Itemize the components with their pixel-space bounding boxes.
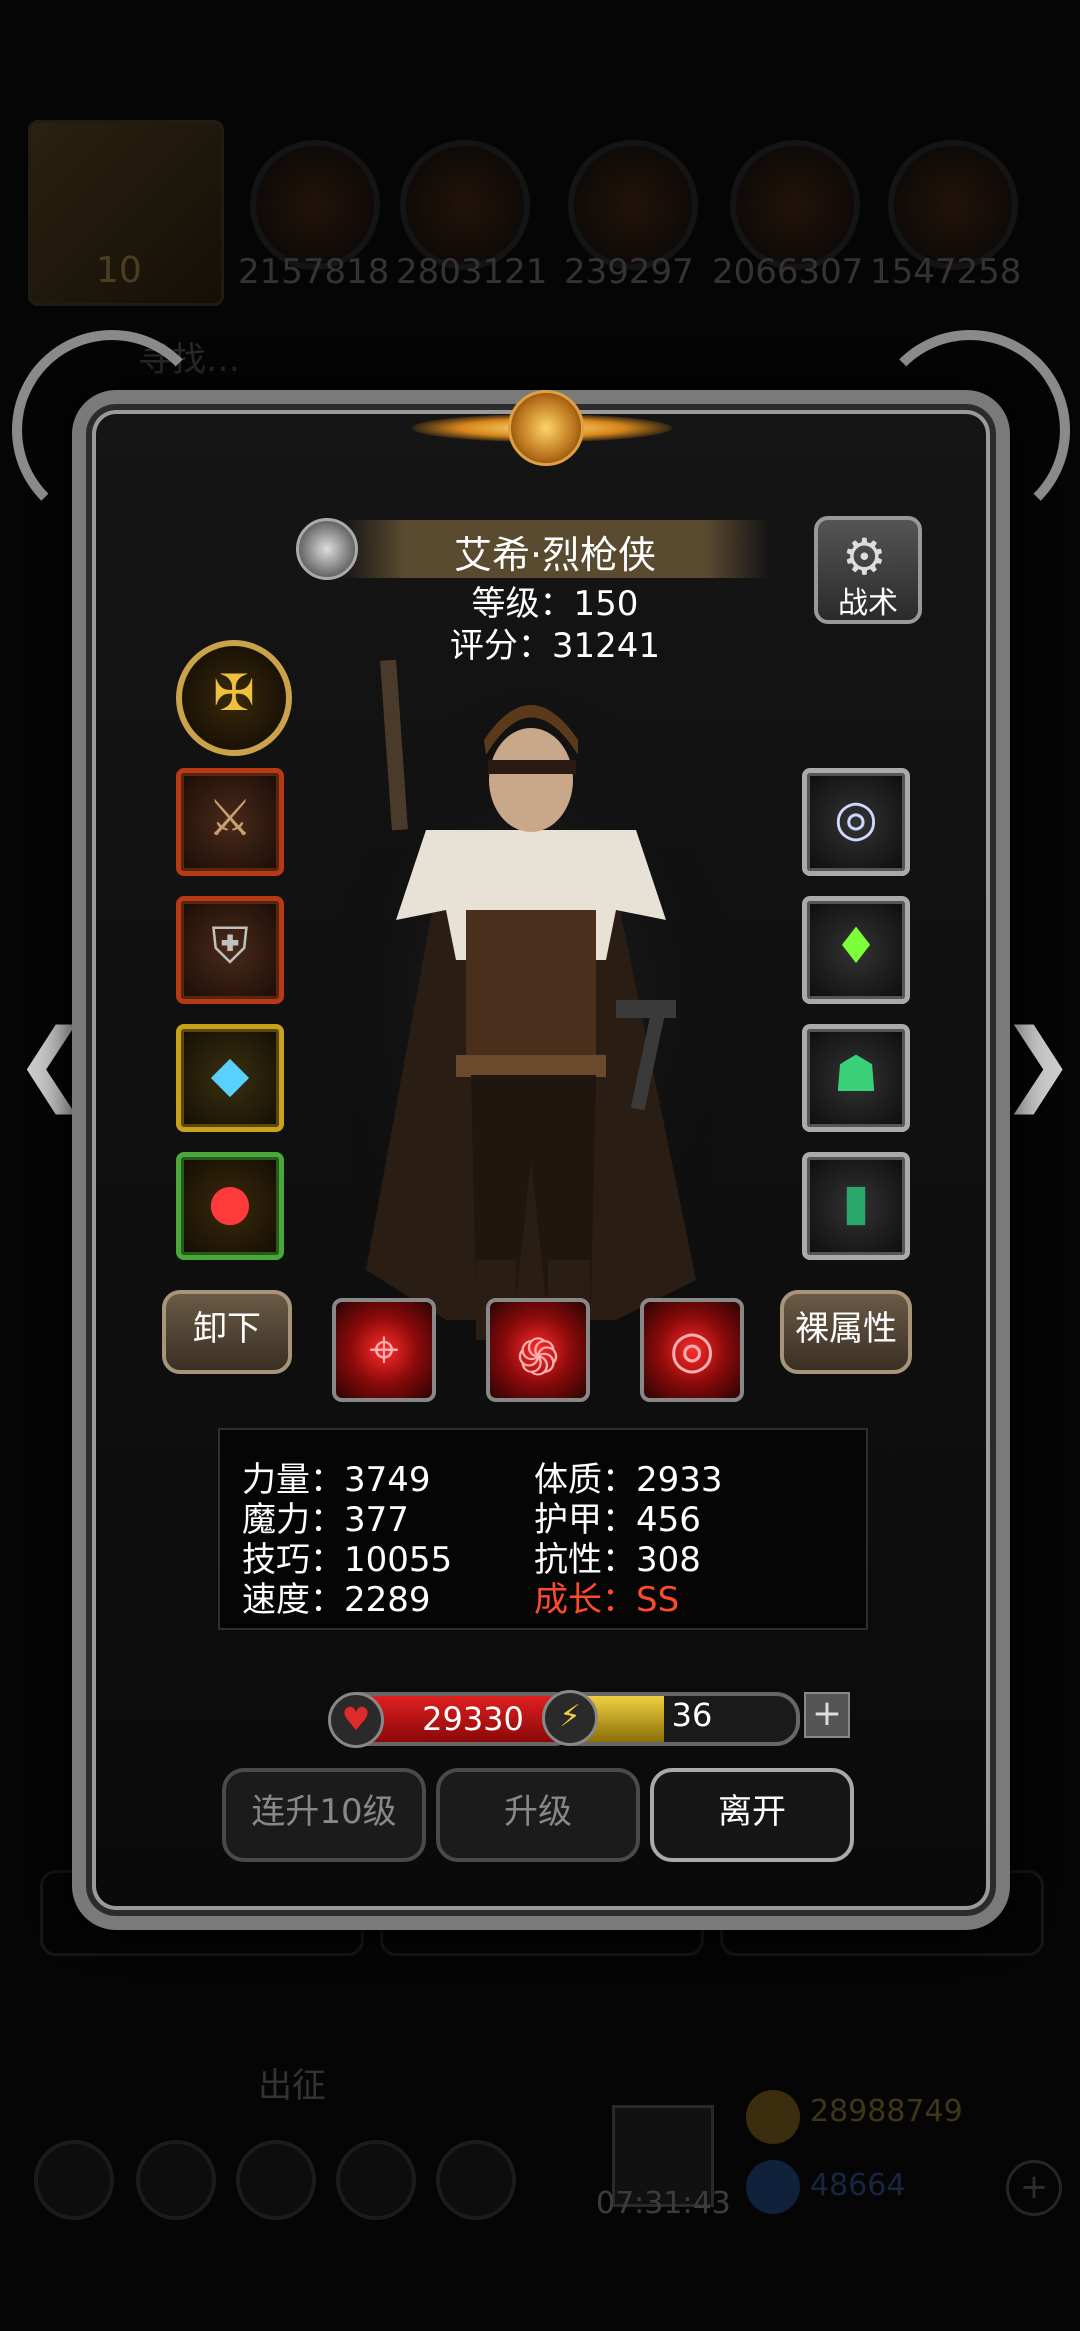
class-emblem-icon[interactable]: ✠ xyxy=(176,640,292,756)
resource-value: 239297 xyxy=(564,252,694,292)
tactics-label: 战术 xyxy=(838,586,898,621)
energy-value: 36 xyxy=(671,1696,713,1734)
heart-icon: ♥ xyxy=(328,1692,384,1748)
ring-icon: ◎ xyxy=(834,789,878,847)
equip-slot-crystal[interactable]: ♦ xyxy=(802,896,910,1004)
resource-value: 2066307 xyxy=(712,252,864,292)
resource-value: 1547258 xyxy=(870,252,1022,292)
unequip-button[interactable]: 卸下 xyxy=(162,1290,292,1374)
nav-icon xyxy=(436,2140,516,2220)
skill-crosshair-icon[interactable]: ⌖ xyxy=(332,1298,436,1402)
jade-token-icon: ▮ xyxy=(842,1173,870,1231)
hp-value: 29330 xyxy=(422,1700,524,1738)
frame-ornament xyxy=(870,330,1070,530)
resource-icon xyxy=(730,140,860,270)
resource-value: 2803121 xyxy=(396,252,548,292)
armor-icon: ⛨ xyxy=(211,917,249,975)
add-energy-button[interactable]: + xyxy=(804,1692,850,1738)
relic-icon: ☗ xyxy=(833,1045,879,1103)
leave-button[interactable]: 离开 xyxy=(650,1768,854,1862)
coin-value: 28988749 xyxy=(810,2094,963,2129)
equip-slot-token[interactable]: ▮ xyxy=(802,1152,910,1260)
add-gem-button: + xyxy=(1006,2160,1062,2216)
hero-detail-dialog: 艾希·烈枪侠 等级：150 评分：31241 ⚙ 战术 ✠ ⚔ ⛨ ◆ ● ◎ … xyxy=(12,330,1070,1930)
chest-timer: 07:31:43 xyxy=(596,2186,731,2221)
equip-slot-necklace[interactable]: ● xyxy=(176,1152,284,1260)
tactics-button[interactable]: ⚙ 战术 xyxy=(814,516,922,624)
gem-icon xyxy=(746,2160,800,2214)
skill-target-icon[interactable]: ◎ xyxy=(640,1298,744,1402)
resource-value: 2157818 xyxy=(238,252,390,292)
crest-ornament xyxy=(412,378,672,478)
pistol-icon: ⚔ xyxy=(207,789,253,847)
resource-icon xyxy=(888,140,1018,270)
equip-slot-weapon[interactable]: ⚔ xyxy=(176,768,284,876)
equip-slot-relic[interactable]: ☗ xyxy=(802,1024,910,1132)
player-level: 10 xyxy=(96,250,142,291)
equip-slot-ring[interactable]: ◎ xyxy=(802,768,910,876)
upgrade-10-button[interactable]: 连升10级 xyxy=(222,1768,426,1862)
nav-icon xyxy=(136,2140,216,2220)
stat-speed: 速度：2289 xyxy=(242,1580,431,1620)
stats-panel: 力量：3749 体质：2933 魔力：377 护甲：456 技巧：10055 抗… xyxy=(218,1428,868,1630)
resource-icon xyxy=(250,140,380,270)
nav-icon xyxy=(336,2140,416,2220)
necklace-icon: ● xyxy=(208,1173,252,1231)
crystal-icon: ♦ xyxy=(833,917,879,975)
equip-slot-armor[interactable]: ⛨ xyxy=(176,896,284,1004)
hero-portrait xyxy=(321,660,741,1360)
stat-growth: 成长：SS xyxy=(534,1580,680,1620)
deploy-label: 出征 xyxy=(258,2066,326,2106)
hero-name: 艾希·烈枪侠 xyxy=(453,533,657,577)
frame-ornament xyxy=(12,330,212,530)
equip-slot-amulet[interactable]: ◆ xyxy=(176,1024,284,1132)
next-hero-arrow-icon[interactable]: ❯ xyxy=(1000,1010,1075,1115)
resource-icon xyxy=(568,140,698,270)
amulet-icon: ◆ xyxy=(210,1045,250,1103)
lightning-icon: ⚡ xyxy=(542,1690,598,1746)
coin-icon xyxy=(746,2090,800,2144)
gem-value: 48664 xyxy=(810,2168,906,2203)
base-attributes-button[interactable]: 裸属性 xyxy=(780,1290,912,1374)
resource-icon xyxy=(400,140,530,270)
skill-vortex-icon[interactable]: ֍ xyxy=(486,1298,590,1402)
nav-icon xyxy=(236,2140,316,2220)
upgrade-button[interactable]: 升级 xyxy=(436,1768,640,1862)
nav-icon xyxy=(34,2140,114,2220)
